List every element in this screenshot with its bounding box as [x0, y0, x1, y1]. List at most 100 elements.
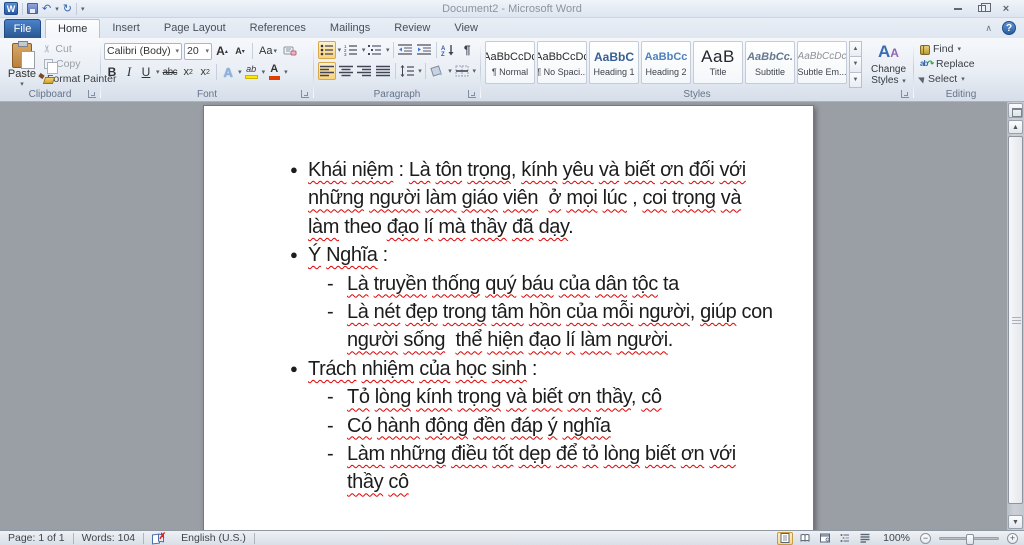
text-effects-dropdown-icon[interactable]: ▾	[238, 68, 242, 76]
italic-button[interactable]: I	[121, 63, 137, 81]
paragraph-dialog-launcher-icon[interactable]	[468, 90, 476, 98]
scroll-up-icon[interactable]: ▲	[1008, 120, 1023, 134]
numbering-button[interactable]: 123	[342, 41, 360, 59]
word-count[interactable]: Words: 104	[74, 531, 144, 545]
change-styles-button[interactable]: AA Change Styles ▾	[865, 41, 912, 97]
undo-dropdown-icon[interactable]: ▾	[55, 5, 59, 13]
tab-home[interactable]: Home	[45, 19, 100, 38]
tab-references[interactable]: References	[238, 19, 318, 38]
borders-button[interactable]	[453, 62, 471, 80]
underline-button[interactable]: U	[138, 63, 154, 81]
underline-dropdown-icon[interactable]: ▾	[156, 68, 160, 76]
document-page[interactable]: ●Khái niệm : Là tôn trọng, kính yêu và b…	[203, 105, 814, 530]
align-right-button[interactable]	[355, 62, 373, 80]
copy-button[interactable]: Copy	[44, 56, 100, 71]
ruler-toggle-icon[interactable]	[1008, 103, 1023, 118]
zoom-slider[interactable]	[939, 537, 999, 540]
grow-font-button[interactable]: A▴	[214, 42, 230, 60]
bullets-dropdown-icon[interactable]: ▾	[338, 46, 342, 54]
align-left-button[interactable]	[318, 62, 336, 80]
undo-icon[interactable]: ↶	[42, 3, 51, 15]
fullscreen-reading-view-button[interactable]	[797, 532, 813, 545]
show-hide-pilcrow-button[interactable]: ¶	[458, 41, 476, 59]
font-size-combobox[interactable]: 20▾	[184, 43, 212, 60]
select-dropdown-icon: ▾	[961, 75, 965, 83]
multilevel-list-button[interactable]	[366, 41, 384, 59]
style-item-subtitle[interactable]: AaBbCc.Subtitle	[745, 41, 795, 84]
restore-button[interactable]	[974, 3, 990, 15]
line-spacing-dropdown-icon[interactable]: ▾	[418, 67, 422, 75]
clipboard-dialog-launcher-icon[interactable]	[88, 90, 96, 98]
collapse-ribbon-icon[interactable]: ∧	[985, 23, 992, 34]
font-color-button[interactable]: A	[266, 63, 282, 81]
cut-button[interactable]: ✂ Cut	[44, 41, 100, 56]
gallery-up-icon[interactable]: ▲	[849, 41, 862, 57]
multilevel-dropdown-icon[interactable]: ▾	[386, 46, 390, 54]
font-family-combobox[interactable]: Calibri (Body)▾	[104, 43, 182, 60]
bold-button[interactable]: B	[104, 63, 120, 81]
borders-dropdown-icon[interactable]: ▾	[472, 67, 476, 75]
highlight-dropdown-icon[interactable]: ▾	[262, 68, 266, 76]
zoom-out-icon[interactable]: −	[920, 533, 931, 544]
zoom-in-icon[interactable]: +	[1007, 533, 1018, 544]
style-item-subtle-em[interactable]: AaBbCcDcSubtle Em...	[797, 41, 847, 84]
scroll-down-icon[interactable]: ▼	[1008, 515, 1023, 529]
tab-mailings[interactable]: Mailings	[318, 19, 382, 38]
help-icon[interactable]: ?	[1002, 21, 1016, 35]
line-spacing-button[interactable]	[399, 62, 417, 80]
subscript-button[interactable]: x2	[180, 63, 196, 81]
find-button[interactable]: Find ▾	[920, 41, 1008, 56]
outline-view-button[interactable]	[837, 532, 853, 545]
minimize-button[interactable]	[950, 3, 966, 15]
proofing-status-button[interactable]	[144, 531, 173, 545]
tab-view[interactable]: View	[442, 19, 490, 38]
zoom-slider-thumb[interactable]	[966, 534, 974, 545]
tab-insert[interactable]: Insert	[100, 19, 152, 38]
decrease-indent-button[interactable]	[396, 41, 414, 59]
sort-button[interactable]: AZ	[440, 41, 458, 59]
font-dialog-launcher-icon[interactable]	[301, 90, 309, 98]
web-layout-view-button[interactable]	[817, 532, 833, 545]
redo-icon[interactable]: ↻	[63, 3, 72, 15]
save-icon[interactable]	[27, 3, 38, 14]
strikethrough-button[interactable]: abc	[161, 63, 180, 81]
bullets-button[interactable]	[318, 41, 336, 59]
gallery-more-icon[interactable]: ▼	[849, 72, 862, 88]
superscript-button[interactable]: x2	[197, 63, 213, 81]
page-indicator[interactable]: Page: 1 of 1	[0, 531, 73, 545]
change-case-button[interactable]: Aa▾	[257, 42, 279, 60]
print-layout-view-button[interactable]	[777, 532, 793, 545]
justify-button[interactable]	[374, 62, 392, 80]
text-effects-button[interactable]: A	[220, 63, 236, 81]
tab-page-layout[interactable]: Page Layout	[152, 19, 238, 38]
clear-formatting-icon[interactable]	[281, 42, 299, 60]
gallery-down-icon[interactable]: ▼	[849, 56, 862, 72]
close-button[interactable]: ×	[998, 3, 1014, 15]
style-item-heading-2[interactable]: AaBbCcHeading 2	[641, 41, 691, 84]
styles-dialog-launcher-icon[interactable]	[901, 90, 909, 98]
highlight-color-button[interactable]: ab	[243, 63, 260, 81]
tab-file[interactable]: File	[4, 19, 41, 38]
paste-button[interactable]: Paste ▾	[3, 40, 41, 96]
shading-button[interactable]	[429, 62, 447, 80]
language-indicator[interactable]: English (U.S.)	[173, 531, 254, 545]
shrink-font-button[interactable]: A▾	[232, 42, 248, 60]
style-item-normal[interactable]: AaBbCcDc¶ Normal	[485, 41, 535, 84]
numbering-dropdown-icon[interactable]: ▾	[362, 46, 366, 54]
tab-review[interactable]: Review	[382, 19, 442, 38]
style-item-heading-1[interactable]: AaBbCHeading 1	[589, 41, 639, 84]
style-item-no-spaci[interactable]: AaBbCcDc¶ No Spaci...	[537, 41, 587, 84]
customize-qat-icon[interactable]: ▾	[81, 5, 85, 13]
zoom-level[interactable]: 100%	[877, 532, 916, 544]
word-logo-icon[interactable]: W	[4, 2, 18, 15]
select-button[interactable]: Select ▾	[920, 71, 1008, 86]
align-center-button[interactable]	[337, 62, 355, 80]
vertical-scrollbar[interactable]: ▲ ▼	[1007, 102, 1024, 530]
draft-view-button[interactable]	[857, 532, 873, 545]
scrollbar-thumb[interactable]	[1008, 136, 1023, 504]
replace-button[interactable]: ab↷ Replace	[920, 56, 1008, 71]
shading-dropdown-icon[interactable]: ▾	[448, 67, 452, 75]
style-item-title[interactable]: AaBTitle	[693, 41, 743, 84]
font-color-dropdown-icon[interactable]: ▾	[284, 68, 288, 76]
increase-indent-button[interactable]	[415, 41, 433, 59]
